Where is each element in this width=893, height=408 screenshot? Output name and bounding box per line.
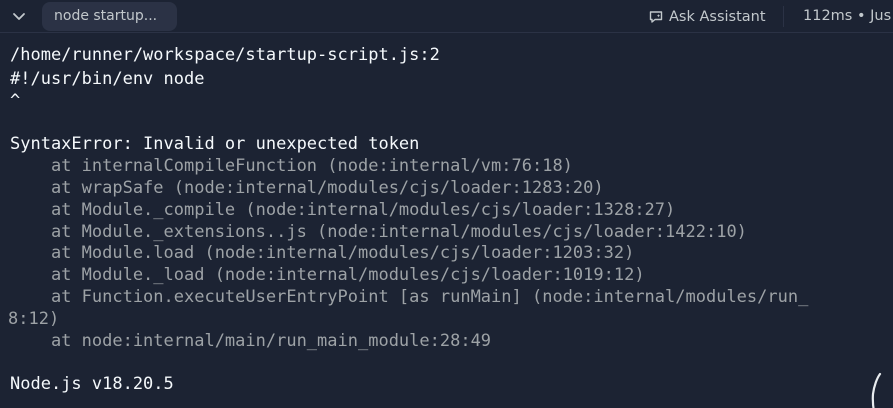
error-message: SyntaxError: Invalid or unexpected token [10, 134, 420, 154]
stack-frame: at internalCompileFunction (node:interna… [10, 156, 573, 176]
console-output[interactable]: /home/runner/workspace/startup-script.js… [0, 34, 893, 408]
ask-assistant-button[interactable]: Ask Assistant [648, 0, 766, 33]
console-line: #!/usr/bin/env node [10, 69, 205, 89]
stack-frame: at Module._compile (node:internal/module… [10, 200, 676, 220]
stack-frame: at Function.executeUserEntryPoint [as ru… [10, 287, 809, 307]
stack-frame: at node:internal/main/run_main_module:28… [10, 331, 492, 351]
stack-frame: at wrapSafe (node:internal/modules/cjs/l… [10, 178, 604, 198]
console-line: /home/runner/workspace/startup-script.js… [10, 45, 440, 65]
chevron-down-icon[interactable] [11, 10, 27, 24]
stack-frame-continuation: 8:12) [8, 309, 60, 329]
run-timing: 112ms • Jus [803, 8, 892, 24]
console-tab-label: node startup... [54, 8, 158, 24]
stack-frame: at Module.load (node:internal/modules/cj… [10, 243, 635, 263]
console-tab[interactable]: node startup... [42, 2, 177, 31]
node-version: Node.js v18.20.5 [10, 374, 174, 394]
console-line: ^ [10, 91, 21, 111]
scroll-handle[interactable] [868, 372, 884, 408]
ask-assistant-label: Ask Assistant [669, 8, 766, 25]
stack-frame: at Module._load (node:internal/modules/c… [10, 265, 645, 285]
header-divider [783, 6, 784, 27]
chat-bubble-icon [649, 10, 663, 23]
stack-frame: at Module._extensions..js (node:internal… [10, 222, 747, 242]
console-header: node startup... Ask Assistant 112ms • Ju… [0, 0, 893, 33]
